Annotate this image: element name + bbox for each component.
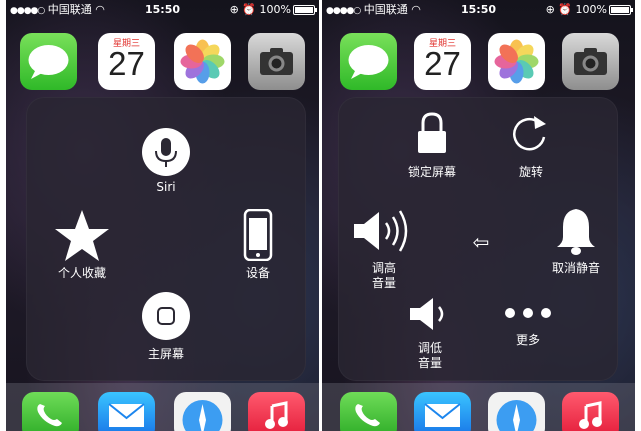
calendar-date: 27: [108, 45, 145, 82]
favorites-button[interactable]: 个人收藏: [44, 209, 120, 281]
assistivetouch-device-menu: 锁定屏幕 旋转 调高 音量 ⇦ 取消静音 调低 音量 更多: [338, 97, 618, 381]
battery-icon: [609, 5, 633, 15]
phone-app-icon[interactable]: [340, 392, 397, 431]
more-label: 更多: [515, 333, 540, 347]
rotate-button[interactable]: 旋转: [506, 111, 556, 180]
safari-app-icon[interactable]: [174, 392, 231, 431]
battery-percent: 100%: [575, 3, 607, 16]
camera-icon: [260, 48, 293, 75]
phone-app-icon[interactable]: [22, 392, 79, 431]
photos-app-icon[interactable]: [488, 33, 545, 90]
envelope-icon: [108, 403, 145, 427]
phone-handset-icon: [37, 404, 62, 427]
photos-flower-icon: [494, 39, 539, 84]
battery-percent: 100%: [259, 3, 291, 16]
battery-icon: [293, 5, 317, 15]
rotate-label: 旋转: [518, 165, 543, 179]
device-button[interactable]: 设备: [234, 209, 282, 281]
more-button[interactable]: 更多: [500, 305, 556, 348]
volume-down-button[interactable]: 调低 音量: [404, 295, 456, 371]
camera-app-icon[interactable]: [562, 33, 619, 90]
unmute-label: 取消静音: [551, 261, 600, 275]
favorites-label: 个人收藏: [57, 266, 106, 280]
messages-app-icon[interactable]: [340, 33, 397, 90]
siri-button[interactable]: Siri: [139, 127, 193, 195]
mail-app-icon[interactable]: [414, 392, 471, 431]
star-icon: [55, 210, 109, 261]
back-arrow-icon: ⇦: [472, 230, 490, 254]
home-label: 主屏幕: [147, 347, 184, 361]
chat-bubble-icon: [348, 45, 389, 79]
alarm-icon: ⏰: [242, 3, 257, 16]
status-bar: ●●●●○ 中国联通 ◠ 15:50 ⊕ ⏰ 100%: [322, 0, 635, 20]
phone-screen-left: ●●●●○ 中国联通 ◠ 15:50 ⊕ ⏰ 100% 星期三 27 Siri …: [6, 0, 319, 431]
compass-icon: [182, 400, 223, 431]
microphone-icon: [142, 128, 190, 176]
home-button-icon: [142, 292, 190, 340]
lock-screen-label: 锁定屏幕: [407, 165, 456, 179]
rotate-arrow-icon: [513, 116, 546, 151]
calendar-date: 27: [424, 45, 461, 82]
volume-down-icon: [410, 298, 444, 330]
home-button[interactable]: 主屏幕: [134, 291, 198, 362]
rotation-lock-icon: ⊕: [545, 3, 555, 16]
camera-app-icon[interactable]: [248, 33, 305, 90]
chat-bubble-icon: [28, 45, 69, 79]
volume-down-label-1: 调低: [417, 341, 442, 355]
volume-up-button[interactable]: 调高 音量: [348, 203, 420, 291]
status-right: ⊕ ⏰ 100%: [229, 0, 317, 20]
envelope-icon: [424, 403, 461, 427]
lock-screen-button[interactable]: 锁定屏幕: [400, 111, 464, 180]
bell-icon: [557, 209, 595, 255]
padlock-icon: [418, 112, 446, 153]
photos-app-icon[interactable]: [174, 33, 231, 90]
more-dots-icon: [505, 308, 551, 318]
phone-handset-icon: [355, 404, 380, 427]
calendar-app-icon[interactable]: 星期三 27: [98, 33, 155, 90]
alarm-icon: ⏰: [558, 3, 573, 16]
safari-app-icon[interactable]: [488, 392, 545, 431]
messages-app-icon[interactable]: [20, 33, 77, 90]
music-app-icon[interactable]: [248, 392, 305, 431]
music-app-icon[interactable]: [562, 392, 619, 431]
compass-icon: [496, 400, 537, 431]
status-right: ⊕ ⏰ 100%: [545, 0, 633, 20]
back-button[interactable]: ⇦: [466, 231, 496, 253]
calendar-app-icon[interactable]: 星期三 27: [414, 33, 471, 90]
camera-icon: [574, 48, 607, 75]
assistivetouch-menu: Siri 个人收藏 设备 主屏幕: [26, 97, 306, 381]
photos-flower-icon: [180, 39, 225, 84]
volume-down-label-2: 音量: [417, 356, 442, 370]
device-label: 设备: [245, 266, 270, 280]
unmute-button[interactable]: 取消静音: [544, 205, 608, 276]
phone-screen-right: ●●●●○ 中国联通 ◠ 15:50 ⊕ ⏰ 100% 星期三 27 锁定屏幕 …: [322, 0, 635, 431]
volume-up-label-2: 音量: [371, 276, 396, 290]
music-note-icon: [579, 401, 602, 429]
iphone-device-icon: [243, 209, 273, 261]
mail-app-icon[interactable]: [98, 392, 155, 431]
music-note-icon: [265, 401, 288, 429]
siri-label: Siri: [156, 180, 176, 194]
volume-up-icon: [354, 210, 408, 252]
rotation-lock-icon: ⊕: [229, 3, 239, 16]
status-bar: ●●●●○ 中国联通 ◠ 15:50 ⊕ ⏰ 100%: [6, 0, 319, 20]
volume-up-label-1: 调高: [371, 261, 396, 275]
